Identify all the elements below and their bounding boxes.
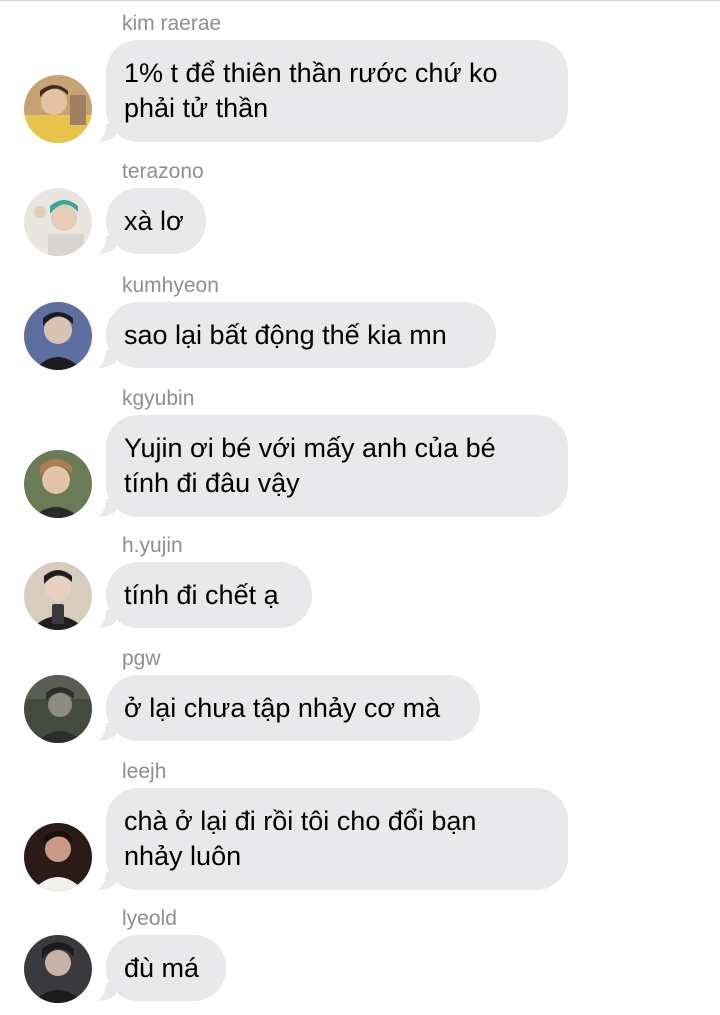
message-row: kumhyeon sao lại bất động thế kia mn <box>0 274 720 372</box>
avatar-lyeold-image <box>24 935 92 1003</box>
avatar[interactable] <box>24 675 92 743</box>
message-line: sao lại bất động thế kia mn <box>124 320 447 350</box>
message-line: nhảy luôn <box>124 841 242 871</box>
sender-name[interactable]: pgw <box>122 647 161 671</box>
avatar-kumhyeon-image <box>24 302 92 370</box>
message-row: leejh chà ở lại đi rồi tôi cho đổi bạn n… <box>0 760 720 892</box>
message-row: h.yujin tính đi chết ạ <box>0 534 720 632</box>
message-bubble[interactable]: ở lại chưa tập nhảy cơ mà <box>106 675 480 741</box>
message-line: đù má <box>124 953 200 983</box>
message-bubble[interactable]: sao lại bất động thế kia mn <box>106 302 496 368</box>
message-row: terazono xà lơ <box>0 160 720 258</box>
avatar-leejh-image <box>24 823 92 891</box>
message-bubble[interactable]: chà ở lại đi rồi tôi cho đổi bạn nhảy lu… <box>106 788 568 890</box>
avatar[interactable] <box>24 450 92 518</box>
sender-name[interactable]: kumhyeon <box>122 274 219 298</box>
avatar[interactable] <box>24 188 92 256</box>
message-bubble[interactable]: Yujin ơi bé với mấy anh của bé tính đi đ… <box>106 415 568 517</box>
sender-name[interactable]: lyeold <box>122 907 177 931</box>
message-row: kgyubin Yujin ơi bé với mấy anh của bé t… <box>0 387 720 519</box>
message-line: chà ở lại đi rồi tôi cho đổi bạn <box>124 806 477 836</box>
avatar-kim-raerae-image <box>24 75 92 143</box>
message-row: pgw ở lại chưa tập nhảy cơ mà <box>0 647 720 745</box>
message-line: ở lại chưa tập nhảy cơ mà <box>124 693 441 723</box>
sender-name[interactable]: kim raerae <box>122 12 221 36</box>
message-line: tính đi đâu vậy <box>124 468 300 498</box>
message-bubble[interactable]: xà lơ <box>106 188 206 254</box>
avatar-pgw-image <box>24 675 92 743</box>
avatar[interactable] <box>24 75 92 143</box>
sender-name[interactable]: kgyubin <box>122 387 194 411</box>
message-bubble[interactable]: 1% t để thiên thần rước chứ ko phải tử t… <box>106 40 568 142</box>
message-row: lyeold đù má <box>0 907 720 1005</box>
avatar[interactable] <box>24 823 92 891</box>
message-line: xà lơ <box>124 206 184 236</box>
avatar-terazono-image <box>24 188 92 256</box>
message-line: Yujin ơi bé với mấy anh của bé <box>124 433 496 463</box>
message-bubble[interactable]: đù má <box>106 935 226 1001</box>
message-line: 1% t để thiên thần rước chứ ko <box>124 58 498 88</box>
avatar[interactable] <box>24 935 92 1003</box>
message-bubble[interactable]: tính đi chết ạ <box>106 562 312 628</box>
sender-name[interactable]: leejh <box>122 760 166 784</box>
message-row: kim raerae 1% t để thiên thần rước chứ k… <box>0 12 720 144</box>
sender-name[interactable]: h.yujin <box>122 534 183 558</box>
avatar[interactable] <box>24 562 92 630</box>
avatar[interactable] <box>24 302 92 370</box>
top-divider <box>0 0 720 1</box>
sender-name[interactable]: terazono <box>122 160 204 184</box>
avatar-h-yujin-image <box>24 562 92 630</box>
message-line: tính đi chết ạ <box>124 580 279 610</box>
avatar-kgyubin-image <box>24 450 92 518</box>
message-line: phải tử thần <box>124 93 269 123</box>
